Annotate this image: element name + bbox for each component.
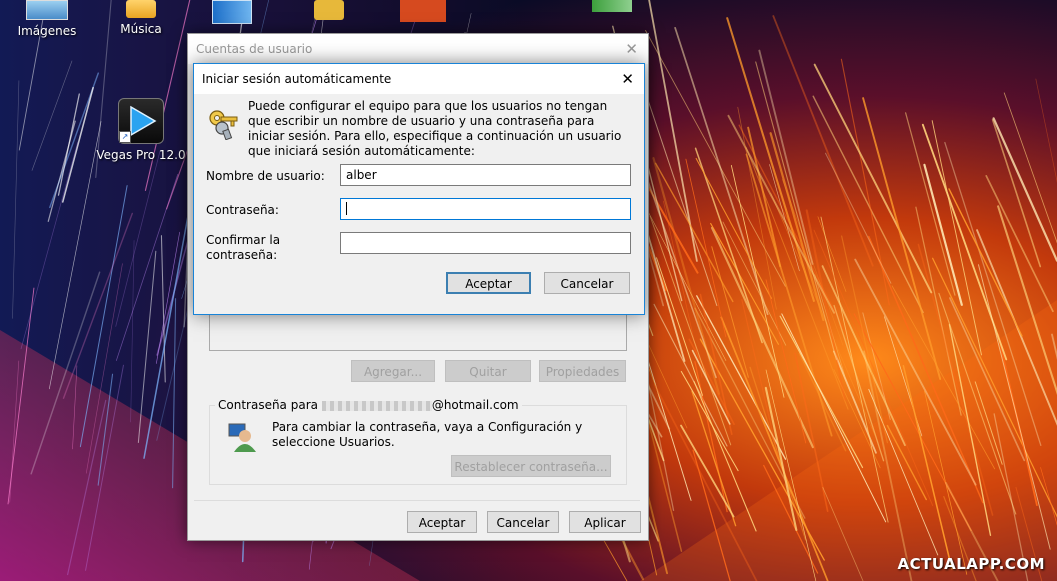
password-label: Contraseña: <box>206 203 279 217</box>
keys-icon <box>208 108 240 141</box>
close-icon[interactable]: ✕ <box>621 64 634 94</box>
password-info-text: Para cambiar la contraseña, vaya a Confi… <box>272 420 583 449</box>
vegas-pro-icon: ↗ <box>118 98 164 144</box>
confirm-label-line2: contraseña: <box>206 248 278 262</box>
desktop-icon-vegas-pro[interactable]: ↗ Vegas Pro 12.0 <box>96 98 186 162</box>
desktop-icon-partial[interactable] <box>314 0 344 20</box>
add-user-button[interactable]: Agregar... <box>351 360 435 382</box>
redacted-email <box>321 400 432 411</box>
legend-suffix: @hotmail.com <box>431 398 519 412</box>
dialog-title: Iniciar sesión automáticamente <box>202 72 392 86</box>
cancel-button[interactable]: Cancelar <box>487 511 559 533</box>
shortcut-arrow-icon: ↗ <box>119 131 131 143</box>
password-field[interactable] <box>340 198 631 220</box>
auto-login-dialog: Iniciar sesión automáticamente ✕ Puede c… <box>193 63 645 315</box>
confirm-password-label: Confirmar la contraseña: <box>206 233 280 263</box>
user-account-icon <box>228 422 256 452</box>
properties-button[interactable]: Propiedades <box>539 360 626 382</box>
desktop-icon-partial[interactable] <box>212 0 252 24</box>
dialog-description: Puede configurar el equipo para que los … <box>248 99 622 158</box>
accept-button[interactable]: Aceptar <box>446 272 531 294</box>
username-label: Nombre de usuario: <box>206 169 325 183</box>
text-caret <box>346 202 347 215</box>
legend-prefix: Contraseña para <box>218 398 318 412</box>
username-field[interactable]: alber <box>340 164 631 186</box>
footer-separator <box>194 500 640 501</box>
desktop-icon-musica[interactable]: Música <box>96 0 186 36</box>
music-folder-icon <box>126 0 156 18</box>
password-group-legend: Contraseña para @hotmail.com <box>215 398 522 412</box>
confirm-password-field[interactable] <box>340 232 631 254</box>
remove-user-button[interactable]: Quitar <box>445 360 531 382</box>
desktop-icon-label: Vegas Pro 12.0 <box>96 148 186 162</box>
ok-button[interactable]: Aceptar <box>407 511 477 533</box>
title-bar: Cuentas de usuario ✕ <box>188 34 648 64</box>
desktop-icon-label: Imágenes <box>17 24 77 38</box>
watermark: ACTUALAPP.COM <box>897 555 1045 573</box>
cancel-button[interactable]: Cancelar <box>544 272 630 294</box>
desktop-icon-label: Música <box>120 22 162 36</box>
apply-button[interactable]: Aplicar <box>569 511 641 533</box>
pictures-folder-icon <box>26 0 68 20</box>
reset-password-button[interactable]: Restablecer contraseña... <box>451 455 611 477</box>
desktop-icon-partial[interactable] <box>400 0 446 22</box>
desktop-icon-imagenes[interactable]: Imágenes <box>2 0 92 38</box>
desktop-icon-partial[interactable] <box>592 0 632 12</box>
window-title: Cuentas de usuario <box>196 42 313 56</box>
close-icon[interactable]: ✕ <box>625 34 638 64</box>
title-bar: Iniciar sesión automáticamente ✕ <box>194 64 644 94</box>
confirm-label-line1: Confirmar la <box>206 233 281 247</box>
